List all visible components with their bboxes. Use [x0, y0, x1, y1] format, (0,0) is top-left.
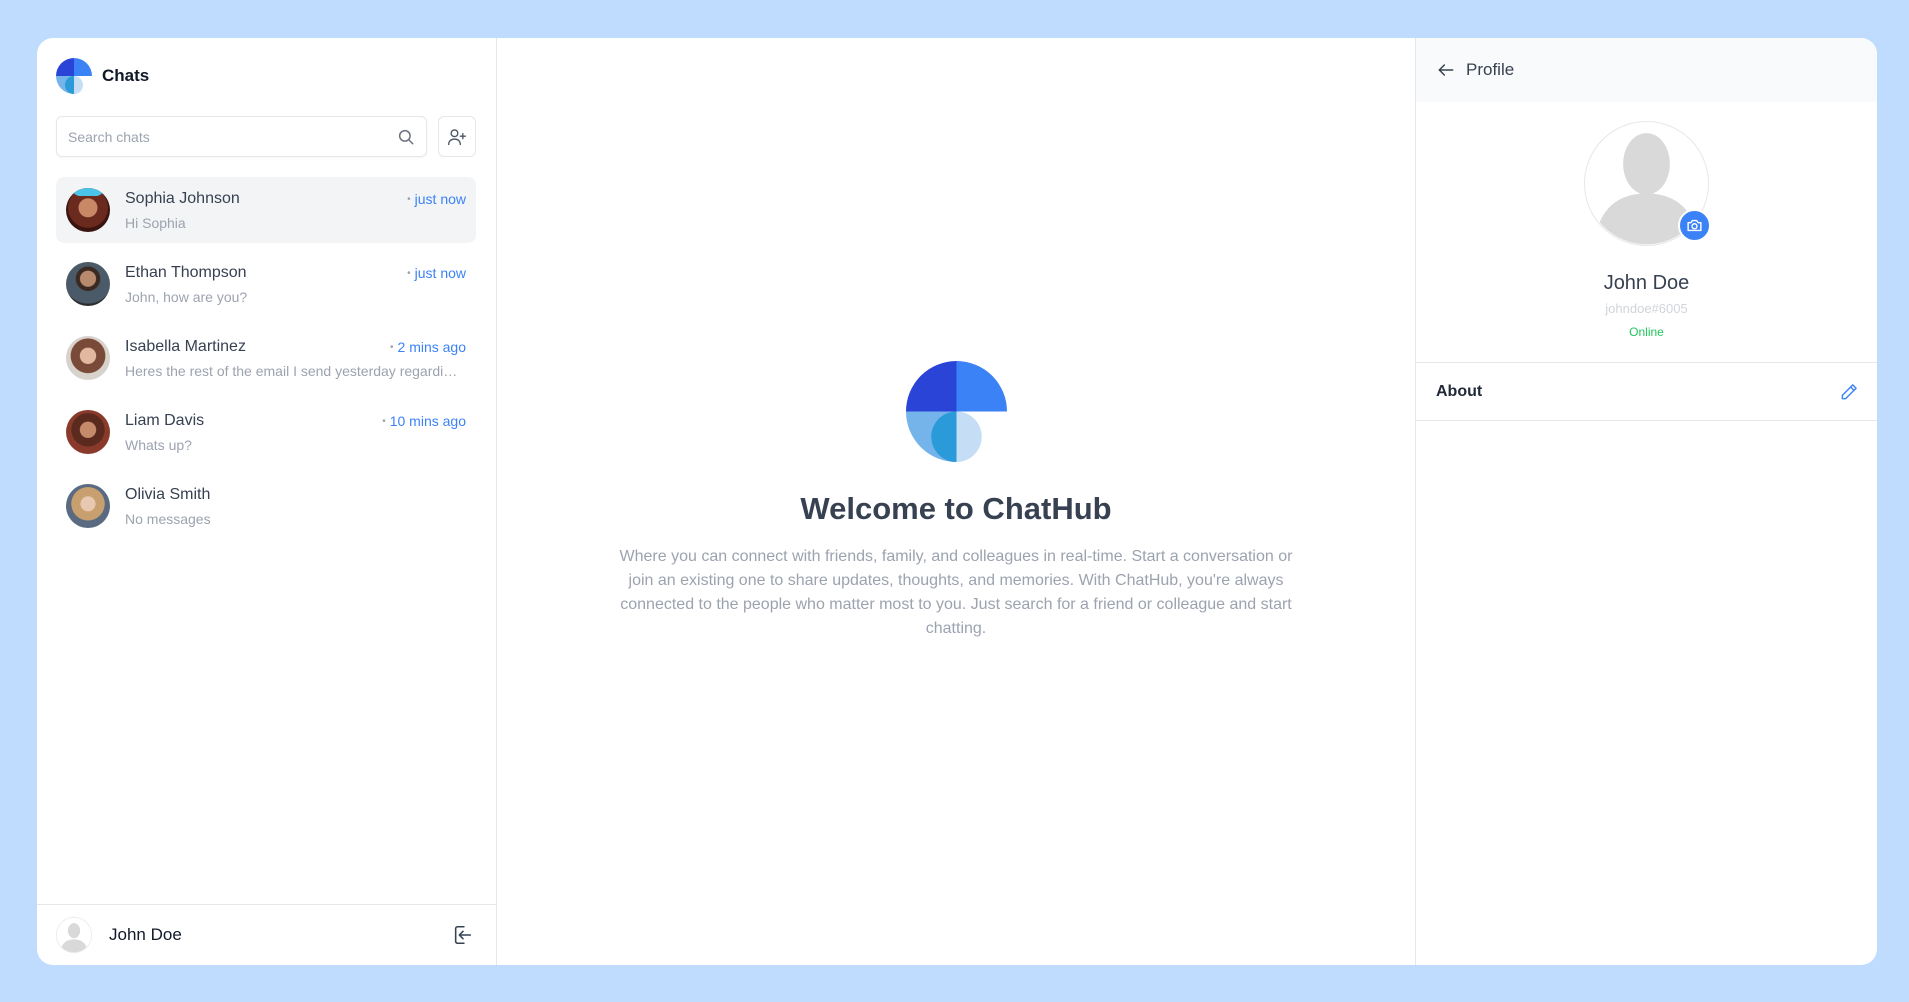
welcome-title: Welcome to ChatHub: [800, 491, 1112, 526]
chat-name: Sophia Johnson: [125, 189, 240, 207]
sidebar-header: Chats: [37, 38, 496, 114]
chat-name: Olivia Smith: [125, 485, 211, 503]
chat-preview: Hi Sophia: [125, 214, 186, 231]
chat-name: Ethan Thompson: [125, 263, 247, 281]
chat-sidebar: Chats Search chats Sophia Johnson • just…: [37, 38, 497, 965]
search-input[interactable]: [68, 128, 397, 145]
chat-preview: Whats up?: [125, 436, 192, 453]
about-label: About: [1436, 382, 1483, 400]
user-avatar-placeholder-icon: [56, 917, 92, 953]
logout-icon: [454, 925, 472, 945]
avatar: [66, 410, 110, 454]
profile-panel: Profile John Doe johndoe#6005 Online Abo…: [1416, 38, 1877, 965]
avatar: [66, 262, 110, 306]
profile-header-label: Profile: [1466, 60, 1515, 79]
chat-time: • just now: [407, 190, 466, 207]
sidebar-title: Chats: [102, 66, 150, 85]
chat-item-ethan-thompson[interactable]: Ethan Thompson • just now John, how are y…: [56, 251, 476, 317]
app-window: Chats Search chats Sophia Johnson • just…: [37, 38, 1877, 965]
avatar: [66, 484, 110, 528]
arrow-left-icon[interactable]: [1436, 60, 1456, 80]
chat-item-olivia-smith[interactable]: Olivia Smith No messages: [56, 473, 476, 539]
chat-time: • 10 mins ago: [382, 412, 466, 429]
chat-item-isabella-martinez[interactable]: Isabella Martinez • 2 mins ago Heres the …: [56, 325, 476, 391]
profile-handle: johndoe#6005: [1605, 301, 1688, 316]
profile-avatar: [1584, 121, 1711, 246]
chat-preview: Heres the rest of the email I send yeste…: [125, 362, 460, 379]
avatar: [66, 336, 110, 380]
profile-header: Profile: [1416, 38, 1877, 102]
about-section: About: [1416, 363, 1877, 421]
search-row: [37, 116, 496, 157]
add-user-button[interactable]: [438, 116, 476, 157]
search-box: [56, 116, 427, 157]
chat-name: Isabella Martinez: [125, 337, 246, 355]
chat-preview: John, how are you?: [125, 288, 248, 305]
chathub-logo-icon: [56, 58, 92, 94]
welcome-panel: Welcome to ChatHub Where you can connect…: [497, 38, 1416, 965]
chat-list: Sophia Johnson • just now Hi Sophia Ethan…: [37, 177, 496, 904]
pencil-icon[interactable]: [1839, 382, 1859, 402]
chat-item-sophia-johnson[interactable]: Sophia Johnson • just now Hi Sophia: [56, 177, 476, 243]
chat-time: • 2 mins ago: [390, 338, 466, 355]
status-badge: Online: [1629, 325, 1664, 339]
chat-item-liam-davis[interactable]: Liam Davis • 10 mins ago Whats up?: [56, 399, 476, 465]
current-user-name: John Doe: [109, 925, 182, 944]
search-icon[interactable]: [397, 128, 415, 146]
profile-info: John Doe johndoe#6005 Online: [1416, 102, 1877, 363]
camera-icon: [1687, 219, 1702, 232]
profile-name: John Doe: [1603, 272, 1690, 294]
logout-button[interactable]: [450, 922, 476, 948]
welcome-description: Where you can connect with friends, fami…: [619, 548, 1293, 637]
user-plus-icon: [448, 128, 466, 145]
change-photo-button[interactable]: [1678, 209, 1711, 242]
chat-time: • just now: [407, 264, 466, 281]
chat-preview: No messages: [125, 510, 211, 527]
sidebar-footer: John Doe: [37, 904, 496, 965]
chat-name: Liam Davis: [125, 411, 205, 429]
avatar: [66, 188, 110, 232]
chathub-logo-icon: [905, 361, 1007, 462]
